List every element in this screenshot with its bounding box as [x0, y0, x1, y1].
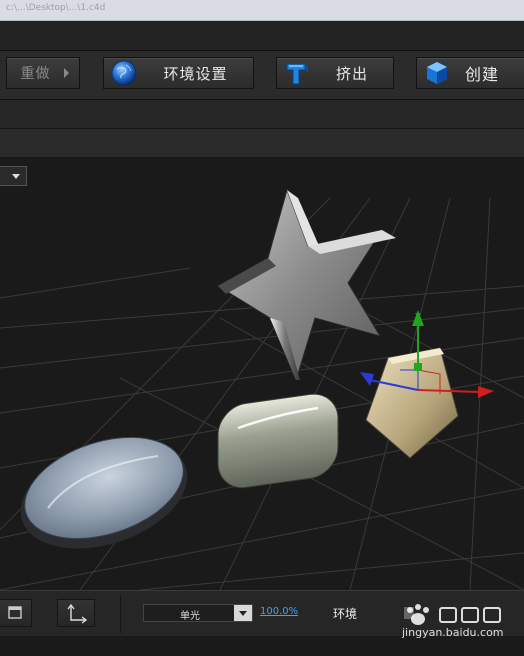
bottom-bar: 单光 100.0% 环境 [0, 590, 524, 636]
axis-y-label: Y [414, 312, 422, 323]
capsule-object[interactable] [217, 390, 339, 491]
3d-viewport[interactable]: Y [0, 158, 524, 590]
environment-settings-label: 环境设置 [163, 64, 228, 83]
frame-view-button[interactable] [0, 599, 32, 627]
redo-label: 重做 [20, 66, 51, 82]
create-label: 创建 [465, 65, 500, 84]
light-select-value: 单光 [180, 611, 200, 622]
cube-icon [427, 62, 447, 84]
extrude-label: 挤出 [335, 64, 368, 83]
main-toolbar: 重做 环境设置 挤出 创建 [0, 51, 524, 100]
status-footer [0, 636, 524, 656]
chevron-right-icon [64, 68, 69, 78]
menu-strip [0, 21, 524, 51]
disc-object[interactable] [7, 419, 201, 568]
create-button[interactable]: 创建 [416, 57, 524, 89]
scene-canvas: Y [0, 188, 524, 590]
star-object[interactable] [217, 188, 396, 382]
pentagon-object[interactable] [365, 347, 459, 459]
chevron-down-icon [12, 174, 20, 179]
file-path: c:\...\Desktop\...\1.c4d [6, 3, 106, 13]
light-intensity-link[interactable]: 100.0% [260, 606, 298, 617]
environment-settings-button[interactable]: 环境设置 [103, 57, 254, 89]
chevron-down-icon [234, 605, 252, 621]
separator [120, 595, 121, 633]
viewport-view-dropdown[interactable] [0, 166, 27, 186]
title-bar: c:\...\Desktop\...\1.c4d [0, 0, 524, 21]
environment-label: 环境 [333, 607, 358, 621]
environment-slider-thumb[interactable] [403, 606, 415, 620]
extrude-text-icon [286, 63, 308, 85]
redo-button[interactable]: 重做 [6, 57, 80, 89]
secondary-toolbar [0, 100, 524, 129]
axis-icon [67, 603, 88, 624]
tertiary-toolbar [0, 129, 524, 158]
light-select[interactable]: 单光 [143, 604, 253, 622]
frame-icon [8, 606, 22, 619]
globe-icon [111, 60, 137, 86]
axis-toggle-button[interactable] [57, 599, 95, 627]
extrude-button[interactable]: 挤出 [276, 57, 394, 89]
